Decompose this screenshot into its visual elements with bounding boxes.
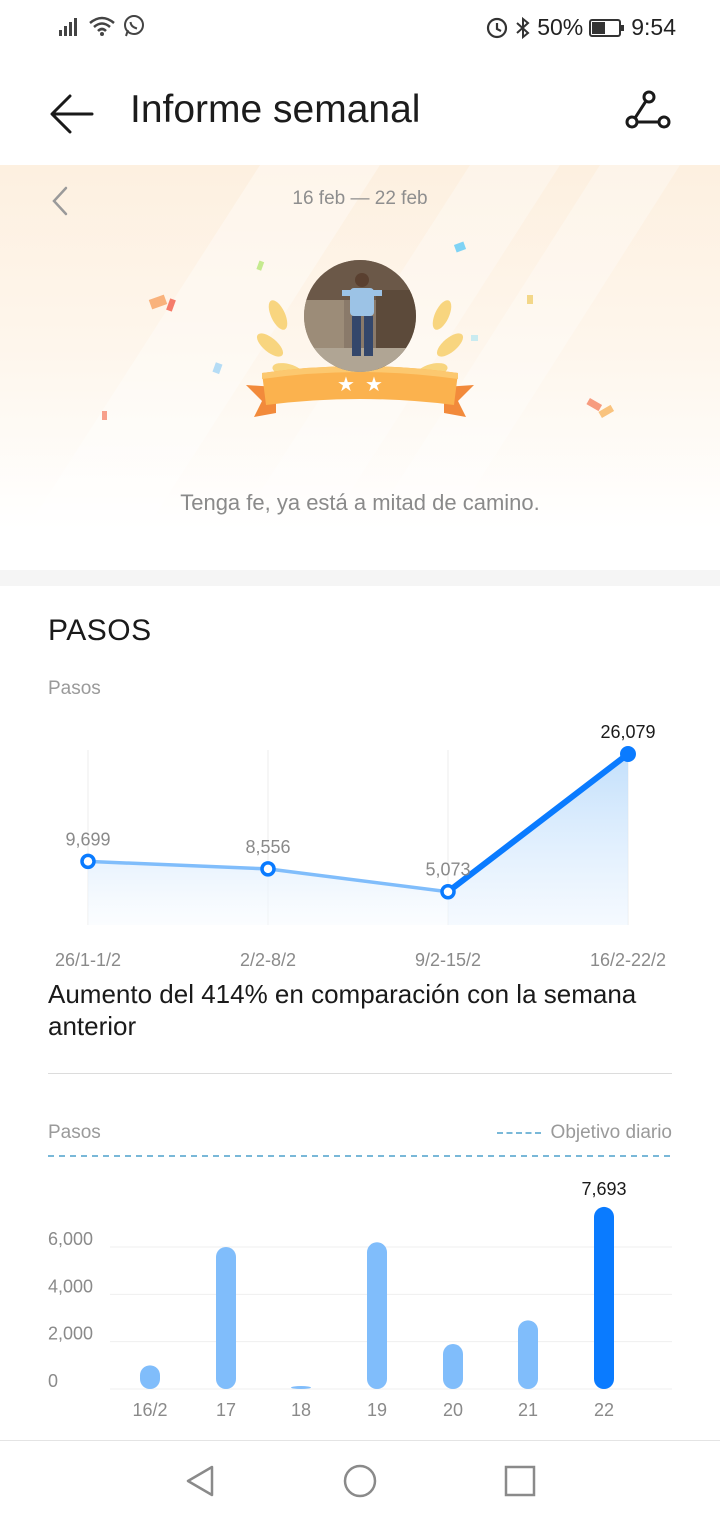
avatar[interactable] xyxy=(304,260,416,372)
data-label: 7,693 xyxy=(581,1179,626,1199)
battery-percent: 50% xyxy=(537,14,584,40)
date-range: 16 feb — 22 feb xyxy=(292,188,428,209)
bar xyxy=(216,1247,236,1389)
x-tick-label: 20 xyxy=(443,1400,463,1420)
battery-icon xyxy=(589,18,625,37)
data-point xyxy=(440,883,456,900)
y-tick-label: 6,000 xyxy=(48,1229,93,1249)
whatsapp-icon xyxy=(124,15,144,37)
x-tick-label: 2/2-8/2 xyxy=(240,950,296,970)
x-tick-label: 21 xyxy=(518,1400,538,1420)
bar xyxy=(594,1206,614,1389)
data-label: 8,556 xyxy=(245,837,290,857)
dashed-line-icon xyxy=(496,1132,541,1134)
weekly-banner: 16 feb — 22 feb ★ ★ Tenga fe, ya está a … xyxy=(0,165,720,570)
x-tick-label: 22 xyxy=(594,1400,614,1420)
x-tick-label: 18 xyxy=(291,1400,311,1420)
bar xyxy=(443,1344,463,1389)
back-button[interactable] xyxy=(46,88,98,140)
arrow-left-icon xyxy=(50,94,94,134)
y-tick-label: 2,000 xyxy=(48,1324,93,1344)
data-point xyxy=(620,746,636,762)
nav-home-icon[interactable] xyxy=(340,1461,380,1501)
wifi-icon xyxy=(89,16,115,36)
data-label: 5,073 xyxy=(425,860,470,880)
bar xyxy=(367,1242,387,1389)
bar xyxy=(518,1320,538,1389)
data-saver-icon xyxy=(487,17,508,38)
daily-steps-bar-chart: 0 2,000 4,000 6,000 16/2 17 18 19 20 21 22 7,693 xyxy=(48,1155,672,1420)
clock: 9:54 xyxy=(631,14,676,40)
system-nav-bar xyxy=(0,1440,720,1520)
star-icon: ★ xyxy=(337,372,355,396)
x-tick-label: 26/1-1/2 xyxy=(55,950,121,970)
y-tick-label: 4,000 xyxy=(48,1276,93,1296)
comparison-text: Aumento del 414% en comparación con la s… xyxy=(48,979,637,1041)
divider xyxy=(48,1073,672,1074)
status-bar: 50% 9:54 xyxy=(0,0,720,56)
weekly-steps-line-chart: 9,699 26/1-1/2 8,556 2/2-8/2 5,073 9/2-15/2 26… xyxy=(55,722,666,970)
bluetooth-icon xyxy=(516,16,530,39)
data-point xyxy=(260,861,276,877)
avatar-photo xyxy=(304,260,416,372)
data-label: 26,079 xyxy=(600,722,655,742)
line-area-current xyxy=(448,754,628,925)
section-title: PASOS xyxy=(48,614,152,647)
star-icon: ★ xyxy=(365,372,383,396)
x-tick-label: 16/2-22/2 xyxy=(590,950,666,970)
x-tick-label: 19 xyxy=(367,1400,387,1420)
route-share-button[interactable] xyxy=(622,88,674,140)
line-chart-unit: Pasos xyxy=(48,678,101,699)
x-tick-label: 16/2 xyxy=(132,1400,167,1420)
app-header: Informe semanal xyxy=(0,60,720,165)
x-tick-label: 9/2-15/2 xyxy=(415,950,481,970)
data-label: 9,699 xyxy=(65,829,110,849)
bar xyxy=(291,1386,311,1389)
nav-recents-icon[interactable] xyxy=(500,1461,540,1501)
motivation-message: Tenga fe, ya está a mitad de camino. xyxy=(180,490,540,515)
data-point xyxy=(80,853,96,870)
nav-back-icon[interactable] xyxy=(180,1461,220,1501)
x-tick-label: 17 xyxy=(216,1400,236,1420)
y-tick-label: 0 xyxy=(48,1371,58,1391)
page-title: Informe semanal xyxy=(130,88,421,131)
bar xyxy=(140,1365,160,1389)
route-share-icon xyxy=(625,90,671,129)
signal-icon xyxy=(59,18,77,36)
section-divider xyxy=(0,570,720,586)
